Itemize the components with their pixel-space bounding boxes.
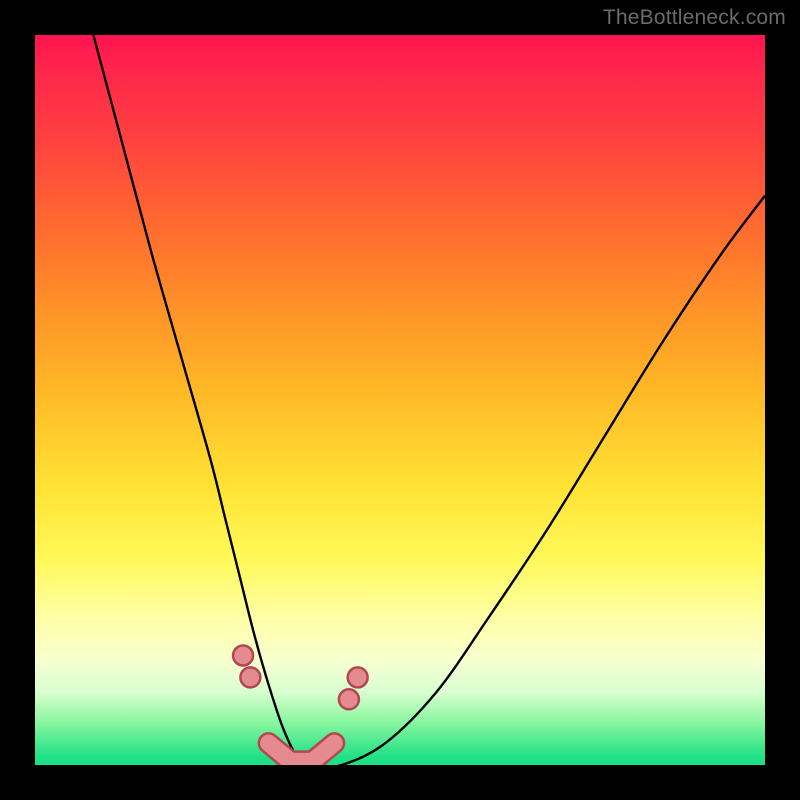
marker-dot xyxy=(348,667,368,687)
watermark-text: TheBottleneck.com xyxy=(603,6,786,30)
marker-dots xyxy=(233,646,368,710)
bottleneck-curve xyxy=(93,35,765,765)
chart-frame: TheBottleneck.com xyxy=(0,0,800,800)
plot-area xyxy=(35,35,765,765)
marker-dot xyxy=(339,689,359,709)
marker-dot xyxy=(233,646,253,666)
marker-dot xyxy=(240,667,260,687)
curve-layer xyxy=(35,35,765,765)
